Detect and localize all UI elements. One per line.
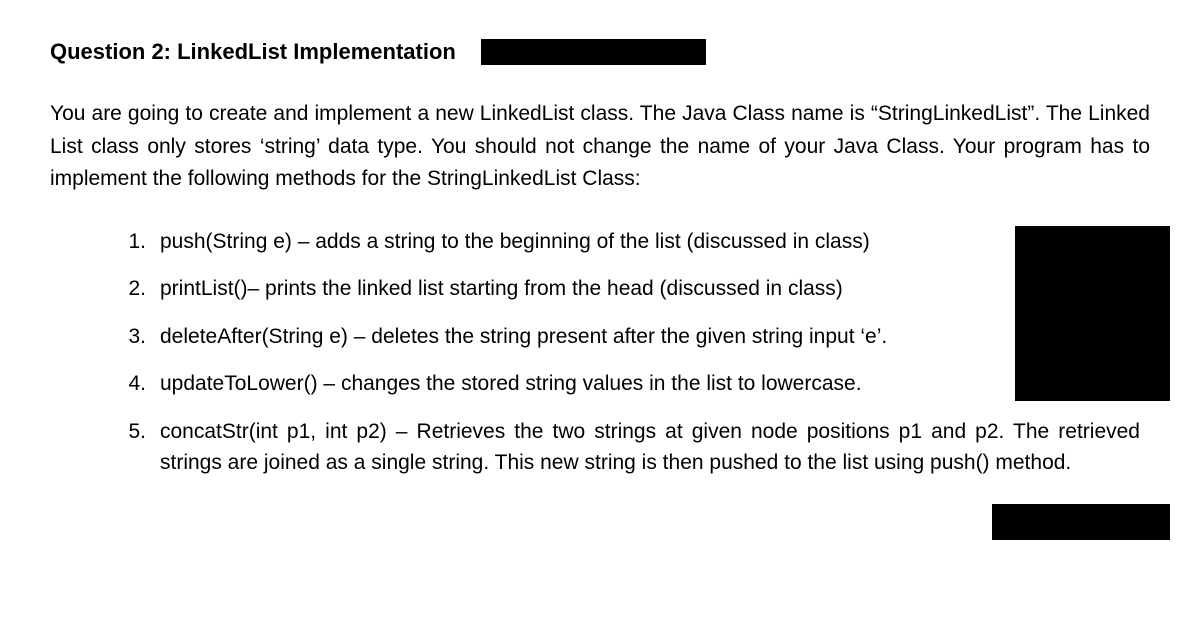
methods-list: 1. push(String e) – adds a string to the… xyxy=(50,226,1150,479)
list-text: updateToLower() – changes the stored str… xyxy=(160,368,990,400)
list-text: push(String e) – adds a string to the be… xyxy=(160,226,990,258)
question-heading: Question 2: LinkedList Implementation xyxy=(50,35,456,68)
list-item: 5. concatStr(int p1, int p2) – Retrieves… xyxy=(120,416,1150,479)
list-item: 2. printList()– prints the linked list s… xyxy=(120,273,1150,305)
list-text: concatStr(int p1, int p2) – Retrieves th… xyxy=(160,416,1140,479)
list-item: 1. push(String e) – adds a string to the… xyxy=(120,226,1150,258)
heading-row: Question 2: LinkedList Implementation xyxy=(50,35,1150,68)
list-text: printList()– prints the linked list star… xyxy=(160,273,990,305)
redaction-block-heading xyxy=(481,39,706,65)
list-item: 4. updateToLower() – changes the stored … xyxy=(120,368,1150,400)
list-number: 2. xyxy=(120,273,160,305)
list-number: 1. xyxy=(120,226,160,258)
list-number: 3. xyxy=(120,321,160,353)
redaction-block-bottom xyxy=(992,504,1170,540)
list-number: 4. xyxy=(120,368,160,400)
list-text: deleteAfter(String e) – deletes the stri… xyxy=(160,321,990,353)
list-number: 5. xyxy=(120,416,160,479)
list-item: 3. deleteAfter(String e) – deletes the s… xyxy=(120,321,1150,353)
intro-paragraph: You are going to create and implement a … xyxy=(50,98,1150,196)
